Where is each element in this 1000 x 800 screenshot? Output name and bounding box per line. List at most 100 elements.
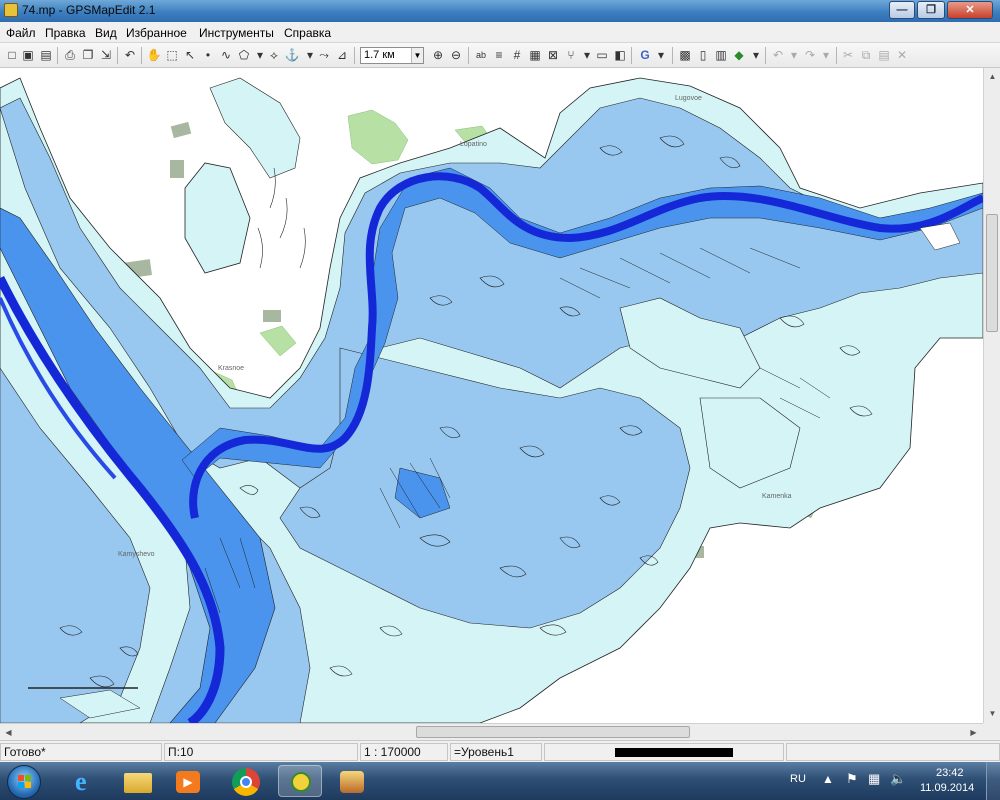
undo-icon[interactable]: ↶: [122, 47, 138, 63]
horizontal-scroll-thumb[interactable]: [416, 726, 690, 738]
chevron-down-icon[interactable]: ▾: [748, 47, 764, 63]
properties-icon[interactable]: ▥: [713, 47, 729, 63]
windows-logo-icon: [7, 765, 41, 799]
zoom-level-value: 1.7 км: [364, 49, 395, 61]
toolbar-separator: [836, 47, 837, 64]
grid-icon[interactable]: #: [509, 47, 525, 63]
redo-arrow-icon[interactable]: ↷: [802, 47, 818, 63]
undo-arrow-icon[interactable]: ↶: [770, 47, 786, 63]
minimize-button[interactable]: —: [889, 1, 915, 19]
menu-help[interactable]: Справка: [284, 26, 331, 40]
scroll-right-icon[interactable]: ▶: [966, 725, 981, 740]
chevron-down-icon[interactable]: ▾: [653, 47, 669, 63]
toolbar-separator: [141, 47, 142, 64]
place-label: Krasnoe: [218, 365, 244, 372]
pattern-icon[interactable]: ▦: [527, 47, 543, 63]
copy-icon[interactable]: ⧉: [858, 47, 874, 63]
start-orb[interactable]: [2, 765, 48, 799]
status-level-code: П:10: [164, 743, 358, 761]
show-desktop-button[interactable]: [986, 762, 1000, 800]
status-level: =Уровень1: [450, 743, 542, 761]
menu-favorites[interactable]: Избранное: [126, 26, 187, 40]
measure-icon[interactable]: ⊿: [334, 47, 350, 63]
chevron-down-icon[interactable]: ▼: [411, 48, 423, 63]
map-canvas[interactable]: Kamyshevo Krasnoe Kamenka Lopatino Lugov…: [0, 68, 983, 723]
delete-icon[interactable]: ✕: [894, 47, 910, 63]
taskbar: e ▶ RU ▲ ⚑ ▦ 🔈 23:42 11.09.2014: [0, 762, 1000, 800]
settlement-block: [263, 310, 281, 322]
vertical-scrollbar[interactable]: ▲ ▼: [983, 68, 1000, 723]
internet-explorer-icon[interactable]: e: [64, 765, 108, 797]
clock-date[interactable]: 11.09.2014: [920, 782, 974, 794]
paste-icon[interactable]: ▤: [876, 47, 892, 63]
scroll-up-icon[interactable]: ▲: [985, 69, 1000, 84]
maximize-button[interactable]: ❐: [917, 1, 945, 19]
menu-bar: Файл Правка Вид Избранное Инструменты Сп…: [0, 22, 1000, 43]
tray-expand-icon[interactable]: ▲: [822, 772, 834, 786]
chrome-icon[interactable]: [224, 765, 268, 797]
menu-tools[interactable]: Инструменты: [199, 26, 274, 40]
status-ready: Готово*: [0, 743, 162, 761]
vertical-scroll-thumb[interactable]: [986, 214, 998, 332]
clock-time[interactable]: 23:42: [936, 767, 964, 779]
export-icon[interactable]: ⇲: [98, 47, 114, 63]
flag-icon[interactable]: ⚑: [846, 771, 858, 787]
route-icon[interactable]: ⤳: [316, 47, 332, 63]
language-indicator[interactable]: RU: [790, 773, 806, 785]
chevron-down-icon[interactable]: ▾: [818, 47, 834, 63]
text-size-icon[interactable]: ≡: [491, 47, 507, 63]
filter-icon[interactable]: ⊠: [545, 47, 561, 63]
layers-icon[interactable]: ▩: [677, 47, 693, 63]
new-file-icon[interactable]: □: [4, 47, 20, 63]
menu-file[interactable]: Файл: [6, 26, 36, 40]
menu-edit[interactable]: Правка: [45, 26, 86, 40]
toolbar-separator: [765, 47, 766, 64]
cut-icon[interactable]: ✂: [840, 47, 856, 63]
branch-icon[interactable]: ⑂: [563, 47, 579, 63]
add-line-icon[interactable]: ∿: [218, 47, 234, 63]
status-bar: Готово* П:10 1 : 170000 =Уровень1: [0, 740, 1000, 762]
transparency-icon[interactable]: ◧: [612, 47, 628, 63]
page-icon[interactable]: ▯: [695, 47, 711, 63]
image-icon[interactable]: ▭: [594, 47, 610, 63]
scroll-down-icon[interactable]: ▼: [985, 706, 1000, 721]
print-icon[interactable]: ⎙: [62, 47, 78, 63]
status-extra: [786, 743, 1000, 761]
zoom-select-icon[interactable]: ⬚: [164, 47, 180, 63]
zoom-in-icon[interactable]: ⊕: [430, 47, 446, 63]
add-polygon-icon[interactable]: ⬠: [236, 47, 252, 63]
scroll-left-icon[interactable]: ◀: [1, 725, 16, 740]
close-button[interactable]: ✕: [947, 1, 993, 19]
select-icon[interactable]: ↖: [182, 47, 198, 63]
label-icon[interactable]: ab: [473, 47, 489, 63]
waypoint-icon[interactable]: ◆: [731, 47, 747, 63]
toolbar-separator: [117, 47, 118, 64]
toolbar-separator: [631, 47, 632, 64]
anchor-icon[interactable]: ⚓: [284, 47, 300, 63]
google-icon[interactable]: G: [637, 47, 653, 63]
toolbar-separator: [57, 47, 58, 64]
network-icon[interactable]: ▦: [868, 771, 880, 787]
status-coordinates: [544, 743, 784, 761]
media-player-icon[interactable]: ▶: [166, 765, 210, 797]
copy-map-icon[interactable]: ❐: [80, 47, 96, 63]
zoom-out-icon[interactable]: ⊖: [448, 47, 464, 63]
app-icon[interactable]: [330, 765, 374, 797]
toolbar-separator: [468, 47, 469, 64]
horizontal-scrollbar[interactable]: ◀ ▶: [0, 723, 983, 740]
depth-map[interactable]: Kamyshevo Krasnoe Kamenka Lopatino Lugov…: [0, 68, 983, 723]
chevron-down-icon[interactable]: ▾: [786, 47, 802, 63]
zoom-level-select[interactable]: 1.7 км ▼: [360, 47, 424, 64]
redacted-block: [615, 748, 733, 757]
open-icon[interactable]: ▤: [38, 47, 54, 63]
volume-muted-icon[interactable]: 🔈: [890, 771, 906, 787]
save-icon[interactable]: ▣: [20, 47, 36, 63]
gpsmapedit-icon[interactable]: [278, 765, 322, 797]
node-edit-icon[interactable]: ⟡: [266, 47, 282, 63]
toolbar-separator: [672, 47, 673, 64]
menu-view[interactable]: Вид: [95, 26, 117, 40]
hand-pan-icon[interactable]: ✋: [146, 47, 162, 63]
add-point-icon[interactable]: •: [200, 47, 216, 63]
file-explorer-icon[interactable]: [116, 765, 160, 797]
chevron-down-icon[interactable]: ▾: [579, 47, 595, 63]
